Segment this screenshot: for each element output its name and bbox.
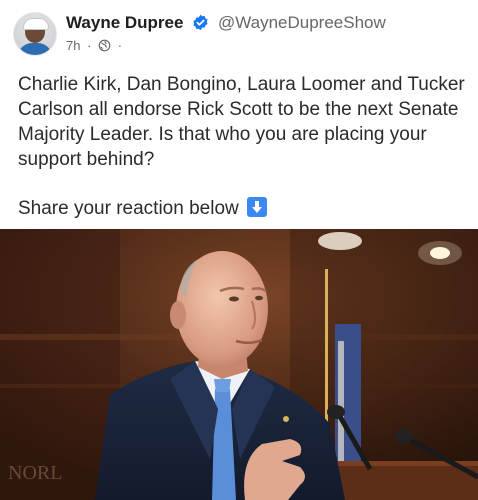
- author-avatar[interactable]: [13, 12, 57, 56]
- svg-text:NORL: NORL: [8, 462, 62, 484]
- globe-icon[interactable]: [98, 38, 115, 53]
- author-line: Wayne Dupree @WayneDupreeShow: [66, 13, 386, 33]
- reaction-prompt: Share your reaction below: [18, 197, 268, 221]
- meta-separator: ·: [117, 38, 123, 53]
- reaction-prompt-text: Share your reaction below: [18, 198, 239, 219]
- verified-badge-icon: [192, 14, 209, 31]
- post-timestamp[interactable]: 7h: [66, 38, 80, 53]
- post-header: Wayne Dupree @WayneDupreeShow 7h · ·: [0, 0, 478, 62]
- post-photo[interactable]: NORL: [0, 229, 478, 500]
- author-name[interactable]: Wayne Dupree: [66, 13, 183, 32]
- post-meta: 7h · ·: [66, 38, 125, 53]
- post-body-text: Charlie Kirk, Dan Bongino, Laura Loomer …: [18, 74, 465, 170]
- down-arrow-emoji-icon: [247, 197, 268, 217]
- meta-separator: ·: [87, 38, 92, 53]
- author-handle[interactable]: @WayneDupreeShow: [218, 13, 386, 32]
